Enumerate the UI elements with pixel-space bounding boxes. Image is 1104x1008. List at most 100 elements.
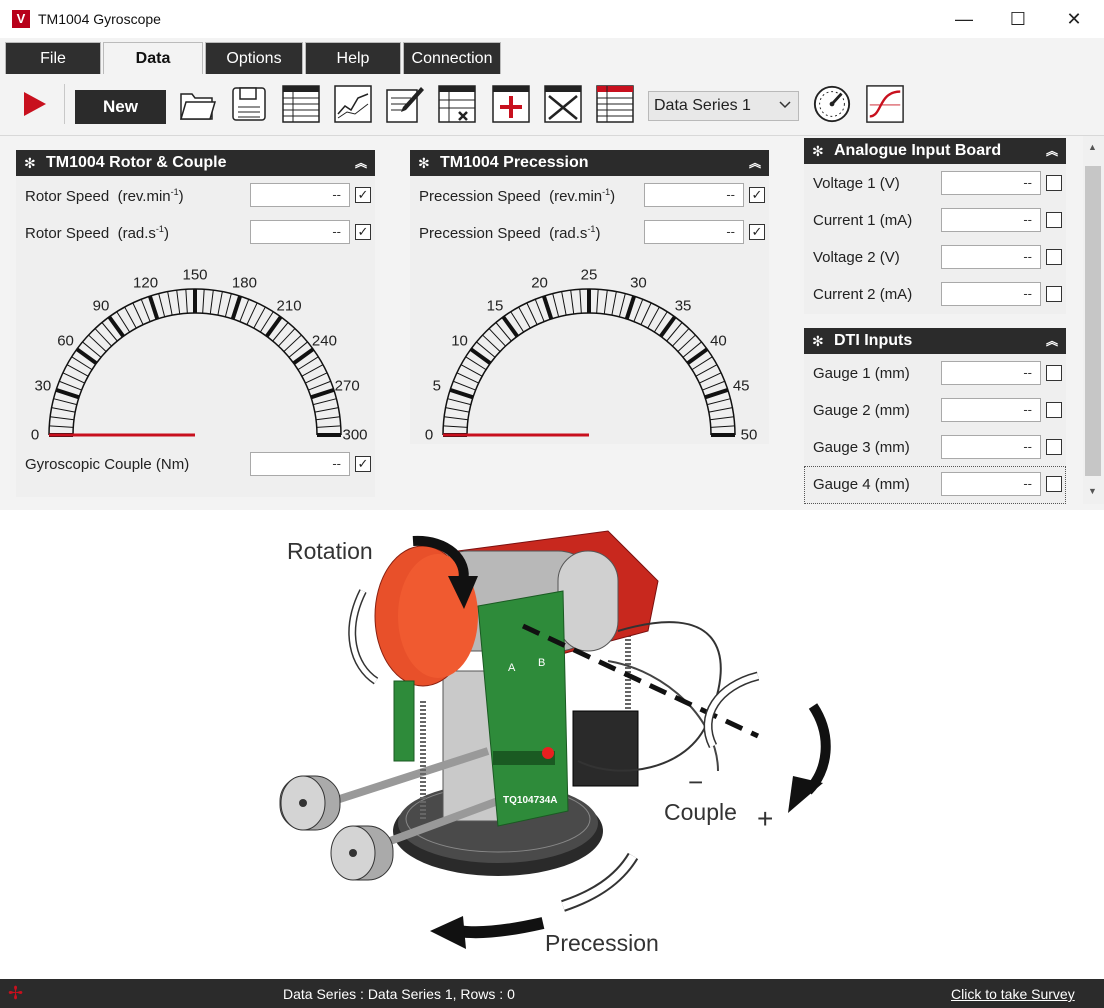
tab-connection[interactable]: Connection <box>403 42 501 74</box>
scrollbar-thumb[interactable] <box>1085 166 1101 476</box>
gauge-minor-tick <box>702 380 725 391</box>
maximize-button[interactable]: ☐ <box>990 0 1046 38</box>
gauge-minor-tick <box>62 372 85 384</box>
gauge-tick-label: 25 <box>580 266 598 284</box>
gauge-minor-tick <box>647 306 660 329</box>
board-label-b: B <box>538 657 545 669</box>
gauge-tick-label: 35 <box>674 297 692 315</box>
gyro-couple-checkbox[interactable]: ✓ <box>355 456 371 472</box>
tab-help[interactable]: Help <box>305 42 401 74</box>
delete-series-icon[interactable] <box>543 84 583 124</box>
new-button[interactable]: New <box>75 90 166 124</box>
voltage-1-checkbox[interactable] <box>1046 175 1062 191</box>
gauge-minor-tick <box>51 407 76 413</box>
gear-icon: ✻ <box>812 143 824 159</box>
panel-scrollbar[interactable]: ▲ ▼ <box>1083 136 1104 504</box>
gauge-tick-label: 30 <box>630 274 647 292</box>
close-button[interactable]: ✕ <box>1046 0 1102 38</box>
collapse-icon[interactable]: ︽ <box>749 154 761 171</box>
gauge-minor-tick <box>570 290 575 315</box>
collapse-icon[interactable]: ︽ <box>1046 142 1058 159</box>
table-icon[interactable] <box>281 84 321 124</box>
analogue-panel-header[interactable]: ✻ Analogue Input Board ︽ <box>804 138 1066 164</box>
collapse-icon[interactable]: ︽ <box>1046 332 1058 349</box>
gauge-2-value: -- <box>941 398 1041 422</box>
minimize-button[interactable]: — <box>936 0 992 38</box>
gauge-minor-tick <box>315 416 340 421</box>
scroll-down-icon[interactable]: ▼ <box>1088 486 1097 496</box>
status-bar: ✢ Data Series : Data Series 1, Rows : 0 … <box>0 979 1104 1008</box>
gauge-3-label: Gauge 3 (mm) <box>813 439 910 456</box>
gauge-3-checkbox[interactable] <box>1046 439 1062 455</box>
app-logo-icon: V <box>12 10 30 28</box>
gauge-4-checkbox[interactable] <box>1046 476 1062 492</box>
precession-speed-rev-label: Precession Speed (rev.min-1) <box>419 187 616 205</box>
gauge-minor-tick <box>176 290 181 315</box>
gauge-tick-label: 210 <box>276 297 302 315</box>
gauge-1-label: Gauge 1 (mm) <box>813 365 910 382</box>
voltage-2-label: Voltage 2 (V) <box>813 249 900 266</box>
tab-options[interactable]: Options <box>205 42 303 74</box>
gauge-tick-label: 60 <box>57 332 74 350</box>
gauge-minor-tick <box>124 306 137 329</box>
gauge-1-checkbox[interactable] <box>1046 365 1062 381</box>
open-folder-icon[interactable] <box>177 84 217 124</box>
gauge-minor-tick <box>596 289 599 314</box>
gauge-major-tick <box>310 387 335 400</box>
gauge-tick-label: 45 <box>732 377 750 395</box>
chart-icon[interactable] <box>333 84 373 124</box>
gauge-major-tick <box>147 295 160 320</box>
data-series-select[interactable]: Data Series 1 <box>648 91 799 121</box>
couple-label: Couple <box>664 799 737 825</box>
dti-panel-header[interactable]: ✻ DTI Inputs ︽ <box>804 328 1066 354</box>
current-2-checkbox[interactable] <box>1046 286 1062 302</box>
gauge-tick-label: 0 <box>30 426 40 444</box>
gauge-minor-tick <box>633 299 644 322</box>
gauge-minor-tick <box>460 364 483 377</box>
gauge-minor-tick <box>301 364 324 377</box>
voltage-2-checkbox[interactable] <box>1046 249 1062 265</box>
tab-data[interactable]: Data <box>103 42 203 75</box>
gauge-minor-tick <box>59 380 82 391</box>
table-view-icon[interactable] <box>595 84 635 124</box>
delete-rows-icon[interactable] <box>437 84 477 124</box>
curve-icon[interactable] <box>865 84 905 124</box>
rotor-speed-rev-label: Rotor Speed (rev.min-1) <box>25 187 184 205</box>
survey-link[interactable]: Click to take Survey <box>951 986 1075 1002</box>
gyro-couple-value: -- <box>250 452 350 476</box>
chevron-down-icon <box>778 98 792 117</box>
rotor-speed-rad-label: Rotor Speed (rad.s-1) <box>25 224 169 242</box>
gauge-minor-tick <box>239 299 250 322</box>
gauge-minor-tick <box>246 302 258 325</box>
add-series-icon[interactable] <box>491 84 531 124</box>
precession-panel-header[interactable]: ✻ TM1004 Precession ︽ <box>410 150 769 176</box>
board-part-number: TQ104734A <box>503 795 557 806</box>
rotor-panel-header[interactable]: ✻ TM1004 Rotor & Couple ︽ <box>16 150 375 176</box>
couple-plus-label: + <box>757 803 774 834</box>
gauge-4-value: -- <box>941 472 1041 496</box>
gauge-minor-tick <box>611 291 617 316</box>
edit-icon[interactable] <box>385 84 425 124</box>
gauge-minor-tick <box>305 372 328 384</box>
play-icon[interactable] <box>14 84 54 124</box>
precession-speed-rad-checkbox[interactable]: ✓ <box>749 224 765 240</box>
content-area: ✻ TM1004 Rotor & Couple ︽ Rotor Speed (r… <box>0 136 1104 510</box>
gauge-2-checkbox[interactable] <box>1046 402 1062 418</box>
gyroscope-illustration: TQ104734A A B <box>279 530 831 949</box>
board-label-a: A <box>508 662 516 674</box>
save-icon[interactable] <box>229 84 269 124</box>
rotor-speed-rad-checkbox[interactable]: ✓ <box>355 224 371 240</box>
collapse-icon[interactable]: ︽ <box>355 154 367 171</box>
precession-panel-title: TM1004 Precession <box>440 154 589 171</box>
rotor-speed-gauge: 0 30 60 90 120 150 180 210 240 270 300 <box>16 250 375 450</box>
meter-icon[interactable] <box>812 84 852 124</box>
tab-file[interactable]: File <box>5 42 101 74</box>
precession-speed-rev-checkbox[interactable]: ✓ <box>749 187 765 203</box>
gauge-minor-tick <box>53 398 77 406</box>
gauge-3-value: -- <box>941 435 1041 459</box>
scroll-up-icon[interactable]: ▲ <box>1088 142 1097 152</box>
rotor-speed-rev-checkbox[interactable]: ✓ <box>355 187 371 203</box>
data-series-selected: Data Series 1 <box>654 97 751 114</box>
current-1-checkbox[interactable] <box>1046 212 1062 228</box>
gauge-minor-tick <box>49 425 74 428</box>
